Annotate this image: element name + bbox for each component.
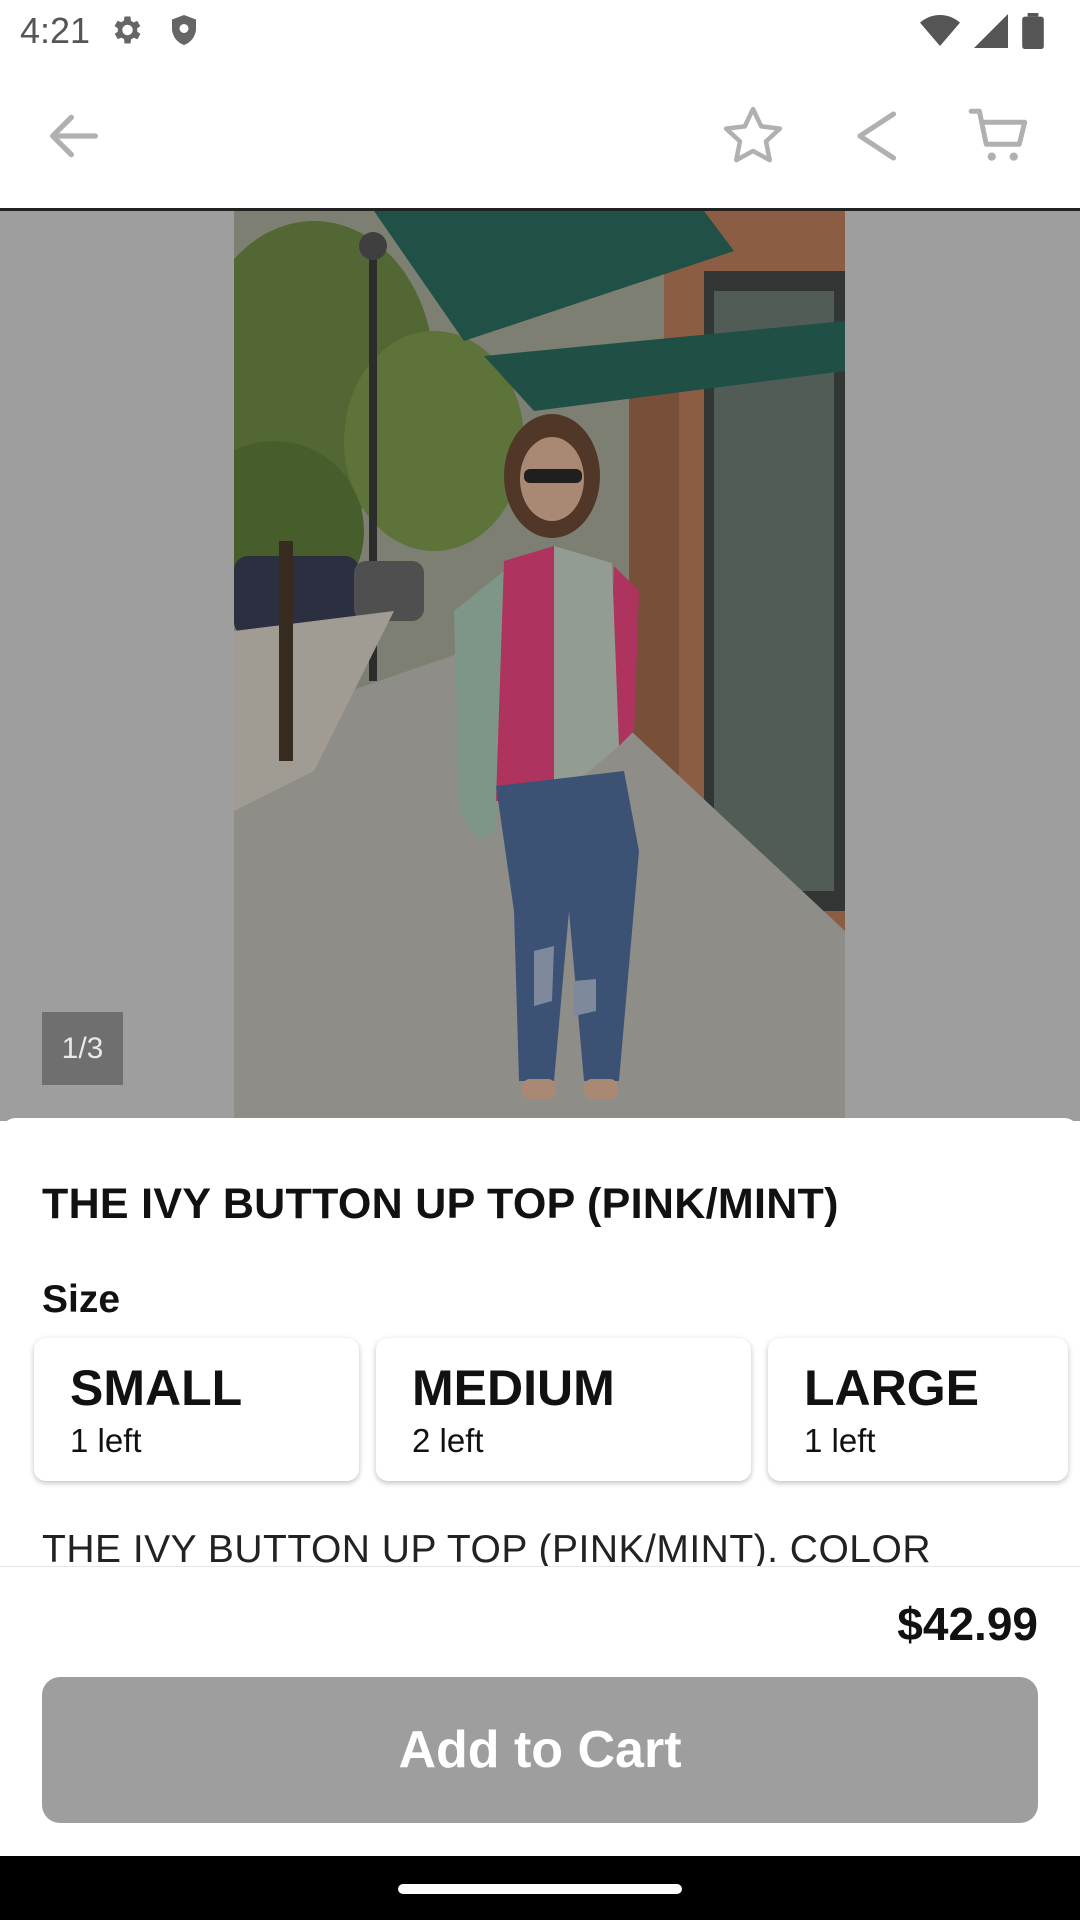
product-image-gallery[interactable] xyxy=(0,211,1080,1121)
cell-signal-icon xyxy=(974,14,1008,48)
purchase-bar: $42.99 Add to Cart xyxy=(0,1566,1080,1856)
size-options: SMALL 1 left MEDIUM 2 left LARGE 1 left xyxy=(34,1338,1080,1488)
size-stock: 2 left xyxy=(412,1422,484,1459)
size-label: Size xyxy=(42,1278,121,1321)
size-stock: 1 left xyxy=(70,1422,142,1459)
cart-button[interactable] xyxy=(960,96,1040,176)
favorite-button[interactable] xyxy=(713,96,793,176)
size-option-medium[interactable]: MEDIUM 2 left xyxy=(376,1338,751,1481)
product-details-sheet: THE IVY BUTTON UP TOP (PINK/MINT) Size S… xyxy=(0,1118,1080,1568)
product-photo xyxy=(234,211,845,1121)
gear-icon xyxy=(114,16,141,44)
system-nav-bar xyxy=(0,1856,1080,1920)
home-gesture-handle[interactable] xyxy=(398,1884,682,1894)
size-option-large[interactable]: LARGE 1 left xyxy=(768,1338,1068,1481)
star-icon xyxy=(723,106,783,163)
size-name: SMALL xyxy=(70,1360,243,1416)
image-counter: 1/3 xyxy=(42,1012,123,1085)
size-stock: 1 left xyxy=(804,1422,876,1459)
product-photo-illustration xyxy=(234,211,845,1121)
product-description: THE IVY BUTTON UP TOP (PINK/MINT). COLOR xyxy=(42,1528,931,1568)
app-bar xyxy=(0,62,1080,211)
add-to-cart-button[interactable]: Add to Cart xyxy=(42,1677,1038,1823)
size-name: MEDIUM xyxy=(412,1360,615,1416)
cart-icon xyxy=(968,108,1028,161)
status-right-icons xyxy=(920,13,1044,49)
share-button[interactable] xyxy=(838,96,918,176)
back-button[interactable] xyxy=(34,96,114,176)
status-time: 4:21 xyxy=(20,10,91,51)
share-icon xyxy=(857,111,897,161)
size-name: LARGE xyxy=(804,1360,979,1416)
battery-icon xyxy=(1022,13,1044,49)
shield-icon xyxy=(172,15,196,45)
size-option-small[interactable]: SMALL 1 left xyxy=(34,1338,359,1481)
status-bar: 4:21 xyxy=(0,0,1080,62)
product-title: THE IVY BUTTON UP TOP (PINK/MINT) xyxy=(42,1180,839,1228)
wifi-icon xyxy=(920,15,960,46)
product-price: $42.99 xyxy=(897,1598,1038,1650)
back-arrow-icon xyxy=(50,114,98,158)
